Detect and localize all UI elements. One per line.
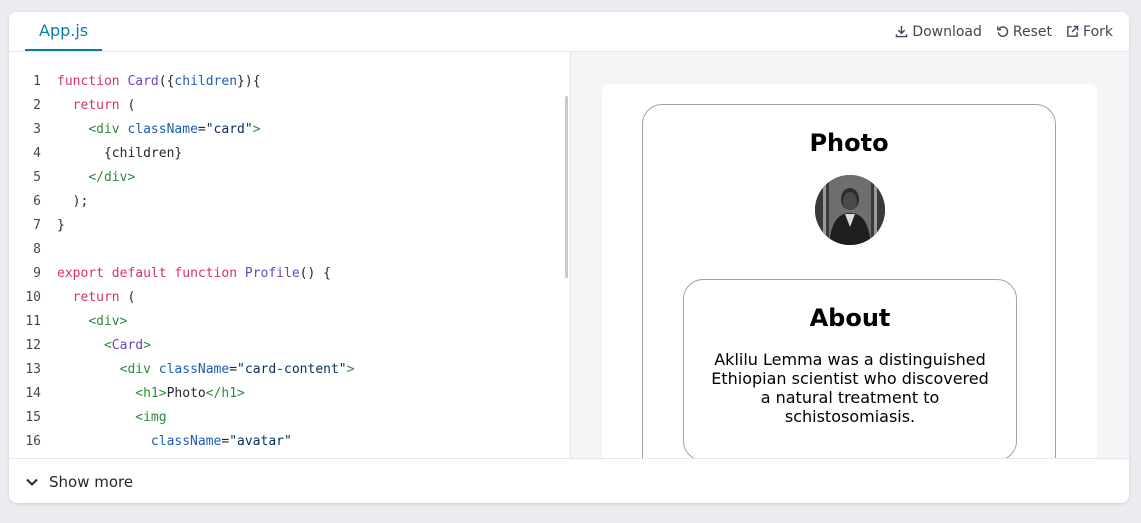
line-number: 8	[33, 242, 41, 257]
line-number: 1	[33, 74, 41, 89]
line-number: 4	[33, 146, 41, 161]
code-line: 11 <div>	[9, 310, 127, 334]
code-line: 14 <h1>Photo</h1>	[9, 382, 245, 406]
photo-heading: Photo	[809, 129, 889, 157]
code-line: 2 return (	[9, 94, 135, 118]
tab-app-js[interactable]: App.js	[25, 12, 103, 51]
code-line: 10 return (	[9, 286, 135, 310]
line-number: 14	[25, 386, 41, 401]
code-line: 4 {children}	[9, 142, 182, 166]
code-editor[interactable]: 1 function Card({children}){ 2 return ( 3…	[9, 52, 570, 458]
code-text: <div className="card-content">	[119, 362, 355, 377]
preview-pane: Photo About Aklilu Lemma was a distingui…	[571, 52, 1129, 458]
code-text: <h1>Photo</h1>	[135, 386, 245, 401]
code-text: );	[72, 194, 89, 209]
photo-card: Photo About Aklilu Lemma was a distingui…	[642, 104, 1056, 458]
show-more-label: Show more	[49, 472, 134, 491]
code-line: 5 </div>	[9, 166, 135, 190]
line-number: 9	[33, 266, 41, 281]
line-number: 13	[25, 362, 41, 377]
download-icon	[896, 25, 908, 38]
avatar	[815, 175, 885, 245]
code-text: <img	[135, 410, 167, 425]
sandpack-container: App.js Download Reset Fork 1 function Car…	[9, 12, 1129, 503]
editor-toolbar: App.js Download Reset Fork	[9, 12, 1129, 52]
avatar-image	[815, 175, 885, 245]
reset-label: Reset	[1012, 23, 1053, 40]
code-line: 13 <div className="card-content">	[9, 358, 354, 382]
code-text: <Card>	[103, 338, 151, 353]
about-paragraph: Aklilu Lemma was a distinguished Ethiopi…	[711, 350, 989, 426]
line-number: 3	[33, 122, 41, 137]
line-number: 11	[25, 314, 41, 329]
reset-icon	[997, 26, 1009, 37]
code-text: export default function Profile() {	[57, 266, 331, 281]
code-line: 6 );	[9, 190, 88, 214]
code-text: className="avatar"	[150, 434, 292, 449]
show-more-button[interactable]: Show more	[25, 473, 133, 491]
code-line: 12 <Card>	[9, 334, 151, 358]
code-text: return (	[72, 98, 136, 113]
fork-icon	[1067, 25, 1079, 37]
vertical-scrollbar[interactable]	[565, 96, 568, 278]
code-line: 3 <div className="card">	[9, 118, 260, 142]
line-number: 12	[25, 338, 41, 353]
code-text: return (	[72, 290, 136, 305]
code-text: function Card({children}){	[57, 74, 261, 89]
line-number: 16	[25, 434, 41, 449]
line-number: 10	[25, 290, 41, 305]
code-text: }	[57, 218, 65, 233]
line-number: 7	[33, 218, 41, 233]
line-number: 2	[33, 98, 41, 113]
reset-button[interactable]: Reset	[996, 24, 1052, 40]
fork-label: Fork	[1083, 23, 1113, 40]
code-text: {children}	[103, 146, 183, 161]
code-text: <div>	[88, 314, 128, 329]
code-text: </div>	[88, 170, 136, 185]
toolbar-actions: Download Reset Fork	[895, 12, 1113, 51]
code-line: 7}	[9, 214, 65, 238]
line-number: 15	[25, 410, 41, 425]
line-number: 5	[33, 170, 41, 185]
download-label: Download	[912, 23, 982, 40]
download-button[interactable]: Download	[895, 24, 982, 40]
about-heading: About	[809, 304, 891, 332]
code-line: 15 <img	[9, 406, 166, 430]
code-line: 16 className="avatar"	[9, 430, 291, 454]
preview-frame: Photo About Aklilu Lemma was a distingui…	[602, 84, 1097, 458]
code-text: <div className="card">	[88, 122, 261, 137]
fork-button[interactable]: Fork	[1066, 24, 1113, 40]
chevron-down-icon	[26, 478, 38, 486]
about-card: About Aklilu Lemma was a distinguished E…	[683, 279, 1017, 458]
line-number: 6	[33, 194, 41, 209]
code-line: 1 function Card({children}){	[9, 70, 260, 94]
code-line: 8	[9, 238, 41, 262]
editor-footer: Show more	[9, 458, 1129, 503]
code-line: 9 export default function Profile() {	[9, 262, 331, 286]
